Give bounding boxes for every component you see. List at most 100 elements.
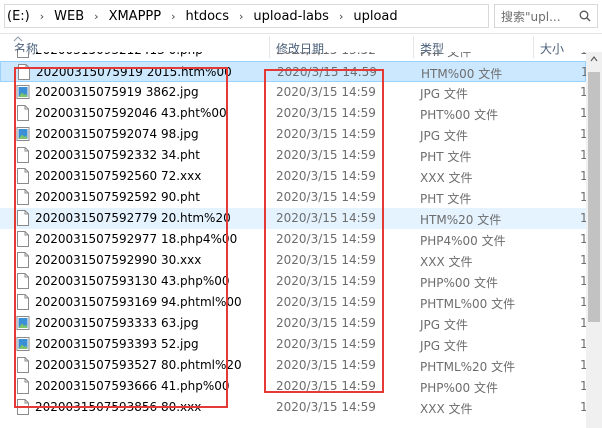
file-name: 20200315093212413 0.php <box>35 52 203 57</box>
address-bar: (E:) › WEB › XMAPPP › htdocs › upload-labs › uploa… <box>0 0 602 34</box>
file-name: 2020031507593666 41.php%00 <box>35 379 230 393</box>
file-type: XXX 文件 <box>420 402 473 416</box>
breadcrumb-segment[interactable]: htdocs <box>184 9 231 24</box>
file-date: 2020/3/15 14:59 <box>276 211 376 225</box>
file-row[interactable]: 2020031507592332 34.pht 2020/3/15 14:59 PH… <box>0 145 586 166</box>
file-row[interactable]: 20200315075919 3862.jpg 2020/3/15 14:59 JP… <box>0 82 586 103</box>
breadcrumb-separator-icon[interactable]: › <box>86 10 106 23</box>
image-icon <box>16 315 30 331</box>
file-name: 2020031507592977 18.php4%00 <box>35 232 238 246</box>
file-date: 2020/3/15 14:59 <box>276 358 376 372</box>
file-type: PHP%00 文件 <box>420 381 498 395</box>
file-row[interactable]: 2020031507593169 94.phtml%00 2020/3/15 14… <box>0 292 586 313</box>
file-row[interactable]: 2020031507593393 52.jpg 2020/3/15 14:59 JP… <box>0 334 586 355</box>
file-date: 2020/3/15 14:59 <box>276 316 376 330</box>
file-type: JPG 文件 <box>420 129 468 143</box>
image-icon <box>16 84 30 100</box>
file-row[interactable]: 2020031507592592 90.pht 2020/3/15 14:59 PH… <box>0 187 586 208</box>
file-name: 2020031507593527 80.phtml%20 <box>35 358 242 372</box>
file-icon <box>16 231 30 247</box>
file-name: 2020031507592074 98.jpg <box>35 127 199 141</box>
breadcrumb-separator-icon[interactable]: › <box>32 10 52 23</box>
file-row[interactable]: 2020031507593666 41.php%00 2020/3/15 14:5… <box>0 376 586 397</box>
file-name: 2020031507593333 63.jpg <box>35 316 199 330</box>
file-type: PHP4%00 文件 <box>420 234 506 248</box>
image-icon <box>16 126 30 142</box>
breadcrumb[interactable]: (E:) › WEB › XMAPPP › htdocs › upload-labs › uploa… <box>4 4 489 28</box>
file-date: 2020/3/15 14:59 <box>276 190 376 204</box>
file-date: 2020/3/15 14:59 <box>276 274 376 288</box>
file-name: 20200315075919 2015.htm%00 <box>36 65 232 79</box>
file-name: 2020031507593393 52.jpg <box>35 337 199 351</box>
file-type: JPG 文件 <box>420 87 468 101</box>
file-row[interactable]: 20200315093212413 0.php 2020/3/15 13:52 PH… <box>0 52 586 61</box>
file-date: 2020/3/15 14:59 <box>276 400 376 414</box>
file-type: PHT 文件 <box>420 150 472 164</box>
file-type: PHTML%20 文件 <box>420 360 516 374</box>
file-row[interactable]: 2020031507593130 43.php%00 2020/3/15 14:5… <box>0 271 586 292</box>
file-type: HTM%00 文件 <box>421 67 503 81</box>
search-placeholder: 搜索"upl... <box>501 9 561 24</box>
file-type: XXX 文件 <box>420 171 473 185</box>
file-name: 2020031507592560 72.xxx <box>35 169 202 183</box>
file-name: 20200315075919 3862.jpg <box>35 85 199 99</box>
file-row[interactable]: 2020031507592074 98.jpg 2020/3/15 14:59 JP… <box>0 124 586 145</box>
file-icon <box>16 273 30 289</box>
search-input[interactable]: 搜索"upl... <box>494 4 598 28</box>
file-type: XXX 文件 <box>420 255 473 269</box>
file-row[interactable]: 2020031507593856 80.xxx 2020/3/15 14:59 XX… <box>0 397 586 418</box>
search-icon <box>579 10 591 22</box>
file-date: 2020/3/15 14:59 <box>276 85 376 99</box>
file-icon <box>16 210 30 226</box>
vertical-scrollbar[interactable] <box>586 52 602 428</box>
file-icon <box>16 357 30 373</box>
file-row[interactable]: 2020031507593333 63.jpg 2020/3/15 14:59 JP… <box>0 313 586 334</box>
file-row[interactable]: 2020031507592560 72.xxx 2020/3/15 14:59 XX… <box>0 166 586 187</box>
breadcrumb-segment[interactable]: upload <box>351 9 399 24</box>
file-date: 2020/3/15 13:52 <box>276 52 376 57</box>
breadcrumb-separator-icon[interactable]: › <box>231 10 251 23</box>
file-type: PHT 文件 <box>420 192 472 206</box>
file-date: 2020/3/15 14:59 <box>276 295 376 309</box>
file-icon <box>16 189 30 205</box>
file-name: 2020031507593169 94.phtml%00 <box>35 295 242 309</box>
file-name: 2020031507592779 20.htm%20 <box>35 211 231 225</box>
file-date: 2020/3/15 14:59 <box>276 337 376 351</box>
file-icon <box>16 399 30 415</box>
file-row[interactable]: 2020031507592990 30.xxx 2020/3/15 14:59 XX… <box>0 250 586 271</box>
breadcrumb-segment[interactable]: upload-labs <box>251 9 331 24</box>
breadcrumb-segment[interactable]: WEB <box>52 9 86 24</box>
file-icon <box>16 252 30 268</box>
file-row[interactable]: 20200315075919 2015.htm%00 2020/3/15 14:5… <box>0 61 586 82</box>
file-row[interactable]: 2020031507592779 20.htm%20 2020/3/15 14:5… <box>0 208 586 229</box>
file-icon <box>16 52 30 58</box>
file-icon <box>16 378 30 394</box>
breadcrumb-segment[interactable]: XMAPPP <box>107 9 164 24</box>
scroll-thumb[interactable] <box>588 72 600 322</box>
file-type: PHP 文件 <box>420 52 472 59</box>
file-icon <box>16 105 30 121</box>
file-row[interactable]: 2020031507593527 80.phtml%20 2020/3/15 14… <box>0 355 586 376</box>
file-row[interactable]: 2020031507592046 43.pht%00 2020/3/15 14:5… <box>0 103 586 124</box>
breadcrumb-segment[interactable]: (E:) <box>5 9 32 24</box>
breadcrumb-separator-icon[interactable]: › <box>331 10 351 23</box>
file-icon <box>16 147 30 163</box>
file-type: JPG 文件 <box>420 318 468 332</box>
file-list: 20200315093212413 0.php 2020/3/15 13:52 PH… <box>0 52 586 428</box>
breadcrumb-separator-icon[interactable]: › <box>163 10 183 23</box>
image-icon <box>16 336 30 352</box>
file-type: PHT%00 文件 <box>420 108 499 122</box>
file-type: PHP%00 文件 <box>420 276 498 290</box>
file-icon <box>17 64 31 80</box>
file-date: 2020/3/15 14:59 <box>276 379 376 393</box>
file-date: 2020/3/15 14:59 <box>277 65 377 79</box>
file-date: 2020/3/15 14:59 <box>276 106 376 120</box>
file-date: 2020/3/15 14:59 <box>276 148 376 162</box>
file-name: 2020031507592592 90.pht <box>35 190 200 204</box>
file-type: PHTML%00 文件 <box>420 297 516 311</box>
scroll-up-icon[interactable] <box>590 56 598 62</box>
file-name: 2020031507593130 43.php%00 <box>35 274 230 288</box>
file-date: 2020/3/15 14:59 <box>276 169 376 183</box>
file-name: 2020031507593856 80.xxx <box>35 400 202 414</box>
file-row[interactable]: 2020031507592977 18.php4%00 2020/3/15 14:… <box>0 229 586 250</box>
